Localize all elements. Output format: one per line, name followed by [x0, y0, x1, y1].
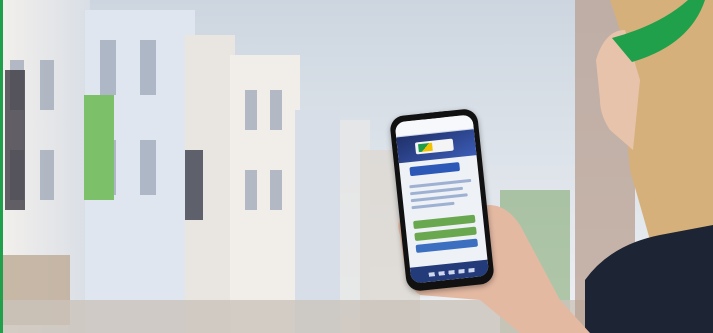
app-blue-button [415, 238, 479, 253]
app-footer [409, 259, 490, 284]
dark-sign-middle [185, 150, 203, 220]
app-text-lines [409, 178, 474, 213]
background-illustration [0, 0, 713, 333]
building-left-4 [230, 55, 300, 333]
app-heading-block [409, 162, 461, 177]
street-photo [0, 0, 713, 333]
left-green-edge [0, 0, 3, 333]
dark-sign-left [5, 70, 25, 210]
app-logo [414, 138, 454, 155]
building-left-5 [295, 110, 340, 333]
smartphone [389, 107, 495, 293]
phone-screen [394, 114, 490, 284]
green-hanging-banner [84, 95, 114, 200]
app-footer-dots [428, 267, 477, 277]
